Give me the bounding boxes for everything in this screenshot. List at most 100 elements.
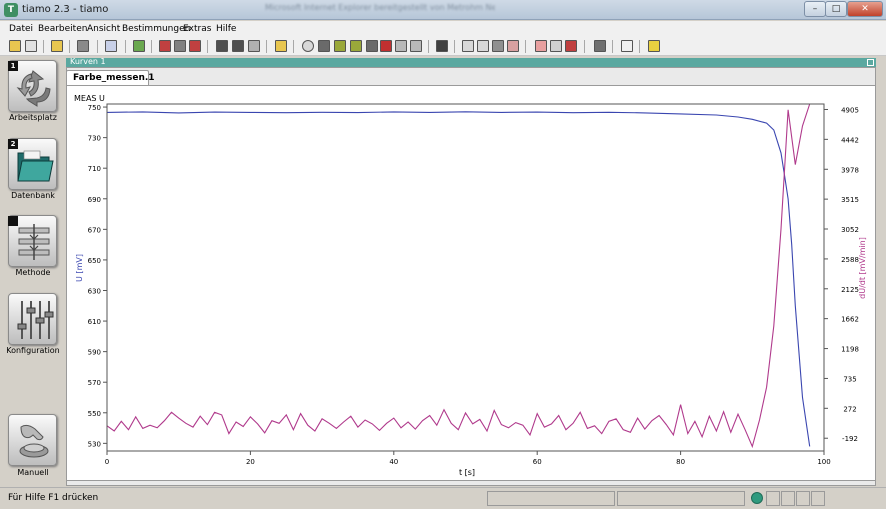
sort-icon[interactable] bbox=[232, 40, 244, 52]
menu-bearbeiten[interactable]: Bearbeiten bbox=[38, 24, 87, 34]
menu-datei[interactable]: Datei bbox=[9, 24, 33, 34]
doc-list-icon[interactable] bbox=[477, 40, 489, 52]
filter-icon[interactable] bbox=[216, 40, 228, 52]
y2-tick-label: 3052 bbox=[841, 226, 859, 234]
status-cell bbox=[766, 491, 780, 506]
nav-indicator bbox=[8, 216, 18, 226]
x-tick-label: 0 bbox=[105, 458, 109, 466]
y2-tick-label: 1662 bbox=[841, 316, 859, 324]
panel-title-bar: Kurven 1 bbox=[66, 57, 876, 67]
y2-tick-label: 735 bbox=[843, 375, 856, 383]
titration-curve-chart: 0 20 40 60 80 100 530 550 570 590 610 630 650 670 690 7… bbox=[74, 94, 867, 477]
menu-ansicht[interactable]: Ansicht bbox=[87, 24, 120, 34]
nav-button-manuell[interactable] bbox=[8, 414, 57, 466]
x-tick-label: 80 bbox=[676, 458, 685, 466]
y-tick-label: 610 bbox=[88, 318, 101, 326]
toolbar-separator bbox=[428, 40, 429, 53]
nav-label-konfiguration[interactable]: Konfiguration bbox=[0, 346, 66, 355]
find-next-icon[interactable] bbox=[318, 40, 330, 52]
minimize-button[interactable]: – bbox=[804, 1, 826, 17]
copy-icon[interactable] bbox=[105, 40, 117, 52]
window-title: tiamo 2.3 - tiamo bbox=[22, 4, 109, 15]
print-report-icon[interactable] bbox=[189, 40, 201, 52]
panel-maximize-icon[interactable] bbox=[867, 59, 874, 66]
pages-icon[interactable] bbox=[410, 40, 422, 52]
toolbar-separator bbox=[43, 40, 44, 53]
status-bar: Für Hilfe F1 drücken bbox=[0, 487, 886, 509]
user-icon[interactable] bbox=[77, 40, 89, 52]
search-icon[interactable] bbox=[302, 40, 314, 52]
nav-label-manuell[interactable]: Manuell bbox=[0, 468, 66, 477]
toolbar-separator bbox=[639, 40, 640, 53]
money-icon[interactable] bbox=[133, 40, 145, 52]
status-cell bbox=[617, 491, 745, 506]
toolbar-separator bbox=[125, 40, 126, 53]
toolbar-separator bbox=[584, 40, 585, 53]
y2-tick-label: 272 bbox=[843, 405, 856, 413]
edit-icon[interactable] bbox=[621, 40, 633, 52]
open-icon[interactable] bbox=[9, 40, 21, 52]
help-icon[interactable] bbox=[648, 40, 660, 52]
left-navigation: 1 Arbeitsplatz 2 Datenbank Methode Konfi… bbox=[0, 56, 63, 486]
toolbar-separator bbox=[69, 40, 70, 53]
toolbar-separator bbox=[151, 40, 152, 53]
filter-remove-icon[interactable] bbox=[366, 40, 378, 52]
y-tick-label: 710 bbox=[88, 165, 101, 173]
maximize-button[interactable]: □ bbox=[825, 1, 847, 17]
page-icon[interactable] bbox=[395, 40, 407, 52]
toolbar-separator bbox=[207, 40, 208, 53]
y2-tick-label: 3515 bbox=[841, 196, 859, 204]
y-tick-label: 690 bbox=[88, 196, 101, 204]
status-cell bbox=[796, 491, 810, 506]
tab-farbe-messen[interactable]: Farbe_messen.1 bbox=[66, 70, 155, 85]
filter-edit-icon[interactable] bbox=[350, 40, 362, 52]
nav-label-arbeitsplatz[interactable]: Arbeitsplatz bbox=[0, 113, 66, 122]
menu-bar: Datei Bearbeiten Ansicht Bestimmungen Ex… bbox=[0, 21, 886, 37]
close-file-icon[interactable] bbox=[25, 40, 37, 52]
database-icon[interactable] bbox=[436, 40, 448, 52]
doc-icon[interactable] bbox=[462, 40, 474, 52]
panel-title: Kurven 1 bbox=[70, 57, 106, 66]
folder-icon[interactable] bbox=[51, 40, 63, 52]
hand-button-icon bbox=[19, 424, 49, 458]
close-button[interactable]: ✕ bbox=[847, 1, 883, 17]
y-tick-label: 530 bbox=[88, 440, 101, 448]
nav-number: 1 bbox=[8, 61, 18, 71]
y2-tick-label: 2125 bbox=[841, 286, 859, 294]
toolbar-separator bbox=[525, 40, 526, 53]
filter-plus-icon[interactable] bbox=[334, 40, 346, 52]
x-tick-label: 20 bbox=[246, 458, 255, 466]
menu-bestimmungen[interactable]: Bestimmungen bbox=[122, 24, 190, 34]
x-axis-label: t [s] bbox=[459, 468, 475, 477]
status-help-text: Für Hilfe F1 drücken bbox=[8, 493, 99, 503]
delete-filter-icon[interactable] bbox=[380, 40, 392, 52]
background-window-title: Microsoft Internet Explorer bereitgestel… bbox=[265, 3, 495, 12]
y-tick-label: 570 bbox=[88, 379, 101, 387]
toolbar bbox=[0, 37, 886, 56]
hand-icon[interactable] bbox=[492, 40, 504, 52]
y2-tick-label: 3978 bbox=[841, 166, 859, 174]
y2-tick-label: 4442 bbox=[841, 136, 859, 144]
table-icon[interactable] bbox=[248, 40, 260, 52]
chart-overlay-icon[interactable] bbox=[565, 40, 577, 52]
y-tick-label: 630 bbox=[88, 287, 101, 295]
chart-lines-icon[interactable] bbox=[550, 40, 562, 52]
chart-icon[interactable] bbox=[535, 40, 547, 52]
title-bar: T tiamo 2.3 - tiamo Microsoft Internet E… bbox=[0, 0, 886, 20]
report-icon[interactable] bbox=[159, 40, 171, 52]
lock-doc-icon[interactable] bbox=[507, 40, 519, 52]
export-icon[interactable] bbox=[275, 40, 287, 52]
nav-button-konfiguration[interactable] bbox=[8, 293, 57, 345]
connection-status-icon bbox=[751, 492, 763, 504]
menu-extras[interactable]: Extras bbox=[183, 24, 211, 34]
nav-label-datenbank[interactable]: Datenbank bbox=[0, 191, 66, 200]
toolbar-separator bbox=[266, 40, 267, 53]
trash-icon[interactable] bbox=[594, 40, 606, 52]
status-cell bbox=[781, 491, 795, 506]
series-line-du-dt bbox=[106, 103, 811, 449]
menu-hilfe[interactable]: Hilfe bbox=[216, 24, 236, 34]
nav-label-methode[interactable]: Methode bbox=[0, 268, 66, 277]
status-cell bbox=[487, 491, 615, 506]
print-icon[interactable] bbox=[174, 40, 186, 52]
nav-number: 2 bbox=[8, 139, 18, 149]
